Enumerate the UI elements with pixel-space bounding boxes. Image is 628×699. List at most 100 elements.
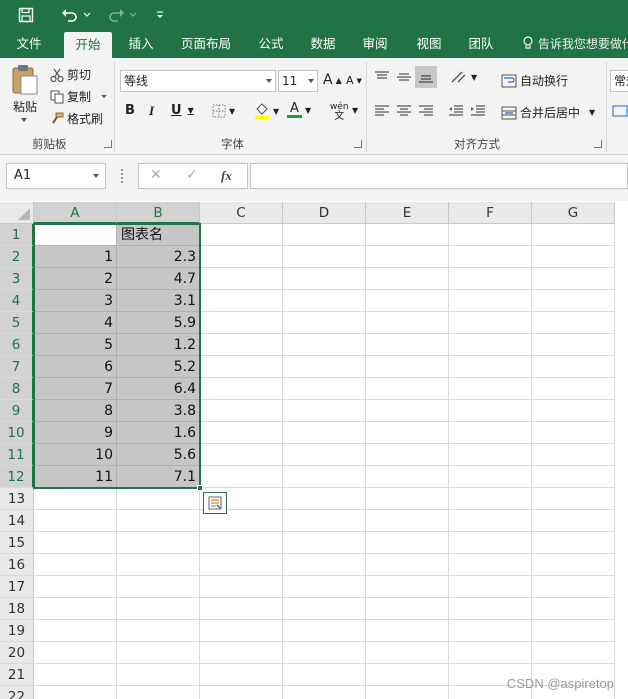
- cell-g1[interactable]: [532, 224, 615, 246]
- cell-f13[interactable]: [449, 488, 532, 510]
- cell-g14[interactable]: [532, 510, 615, 532]
- cell-g4[interactable]: [532, 290, 615, 312]
- cell-d20[interactable]: [283, 642, 366, 664]
- cell-f9[interactable]: [449, 400, 532, 422]
- redo-dropdown[interactable]: [128, 4, 138, 26]
- cell-a3[interactable]: 2: [34, 268, 117, 290]
- cell-c2[interactable]: [200, 246, 283, 268]
- cell-f3[interactable]: [449, 268, 532, 290]
- cell-e20[interactable]: [366, 642, 449, 664]
- cell-g19[interactable]: [532, 620, 615, 642]
- cell-g13[interactable]: [532, 488, 615, 510]
- cell-g7[interactable]: [532, 356, 615, 378]
- cell-b17[interactable]: [117, 576, 200, 598]
- cell-f16[interactable]: [449, 554, 532, 576]
- tab-insert[interactable]: 插入: [120, 30, 162, 58]
- row-header-1[interactable]: 1: [0, 224, 34, 246]
- cell-g11[interactable]: [532, 444, 615, 466]
- cell-c22[interactable]: [200, 686, 283, 699]
- cell-c11[interactable]: [200, 444, 283, 466]
- cell-c17[interactable]: [200, 576, 283, 598]
- cell-a11[interactable]: 10: [34, 444, 117, 466]
- underline-button[interactable]: U ▼: [171, 103, 194, 118]
- align-bottom-button[interactable]: [415, 66, 437, 88]
- formula-bar-grip[interactable]: [121, 169, 123, 183]
- clipboard-launcher-icon[interactable]: [104, 140, 112, 148]
- borders-button[interactable]: ▼: [212, 104, 235, 118]
- cell-d1[interactable]: [283, 224, 366, 246]
- cell-d17[interactable]: [283, 576, 366, 598]
- cell-b18[interactable]: [117, 598, 200, 620]
- cell-f4[interactable]: [449, 290, 532, 312]
- font-size-select[interactable]: 11: [278, 70, 318, 92]
- cell-b15[interactable]: [117, 532, 200, 554]
- orientation-button[interactable]: ▼: [450, 70, 477, 84]
- cell-b21[interactable]: [117, 664, 200, 686]
- worksheet-grid[interactable]: A B C D E F G 1 图表名 2 1 2.3 3 2 4.7 4 3 3.1 5 4 5.9 6 5 1.2 7 6 5.…: [0, 202, 628, 699]
- fill-color-button[interactable]: ▼: [254, 102, 279, 120]
- cell-a10[interactable]: 9: [34, 422, 117, 444]
- row-header-4[interactable]: 4: [0, 290, 34, 312]
- cell-e5[interactable]: [366, 312, 449, 334]
- phonetic-dropdown[interactable]: ▼: [352, 106, 358, 115]
- cell-f2[interactable]: [449, 246, 532, 268]
- cell-a4[interactable]: 3: [34, 290, 117, 312]
- redo-button[interactable]: [104, 4, 128, 26]
- row-header-21[interactable]: 21: [0, 664, 34, 686]
- cell-f20[interactable]: [449, 642, 532, 664]
- row-header-10[interactable]: 10: [0, 422, 34, 444]
- cell-f15[interactable]: [449, 532, 532, 554]
- cell-f18[interactable]: [449, 598, 532, 620]
- cell-e4[interactable]: [366, 290, 449, 312]
- cell-e16[interactable]: [366, 554, 449, 576]
- row-header-7[interactable]: 7: [0, 356, 34, 378]
- tab-formulas[interactable]: 公式: [250, 30, 292, 58]
- enter-button[interactable]: ✓: [186, 167, 198, 183]
- increase-indent-button[interactable]: [470, 104, 486, 118]
- cell-d21[interactable]: [283, 664, 366, 686]
- cell-c12[interactable]: [200, 466, 283, 488]
- align-center-button[interactable]: [396, 104, 412, 118]
- cell-c8[interactable]: [200, 378, 283, 400]
- row-header-5[interactable]: 5: [0, 312, 34, 334]
- wrap-text-button[interactable]: 自动换行: [501, 72, 568, 89]
- row-header-9[interactable]: 9: [0, 400, 34, 422]
- cell-f12[interactable]: [449, 466, 532, 488]
- cell-c7[interactable]: [200, 356, 283, 378]
- cancel-button[interactable]: ✕: [150, 167, 162, 183]
- row-header-16[interactable]: 16: [0, 554, 34, 576]
- copy-button[interactable]: 复制: [50, 88, 108, 105]
- row-header-12[interactable]: 12: [0, 466, 34, 488]
- cell-d22[interactable]: [283, 686, 366, 699]
- cell-f8[interactable]: [449, 378, 532, 400]
- tab-view[interactable]: 视图: [408, 30, 450, 58]
- cell-e13[interactable]: [366, 488, 449, 510]
- shrink-font-button[interactable]: A ▼: [346, 74, 362, 87]
- name-box[interactable]: A1: [6, 163, 106, 189]
- tab-team[interactable]: 团队: [460, 30, 502, 58]
- paste-button[interactable]: 粘贴: [8, 64, 42, 115]
- undo-dropdown[interactable]: [82, 4, 92, 26]
- cell-d12[interactable]: [283, 466, 366, 488]
- cell-b19[interactable]: [117, 620, 200, 642]
- cell-g3[interactable]: [532, 268, 615, 290]
- cell-b5[interactable]: 5.9: [117, 312, 200, 334]
- cell-d2[interactable]: [283, 246, 366, 268]
- cell-d7[interactable]: [283, 356, 366, 378]
- cell-d9[interactable]: [283, 400, 366, 422]
- row-header-2[interactable]: 2: [0, 246, 34, 268]
- cell-d4[interactable]: [283, 290, 366, 312]
- cell-d19[interactable]: [283, 620, 366, 642]
- cell-d15[interactable]: [283, 532, 366, 554]
- merge-center-button[interactable]: 合并后居中 ▼: [501, 104, 595, 121]
- cell-e1[interactable]: [366, 224, 449, 246]
- alignment-launcher-icon[interactable]: [594, 140, 602, 148]
- cell-a22[interactable]: [34, 686, 117, 699]
- cell-a2[interactable]: 1: [34, 246, 117, 268]
- cell-a17[interactable]: [34, 576, 117, 598]
- align-middle-button[interactable]: [396, 70, 412, 84]
- cell-c16[interactable]: [200, 554, 283, 576]
- cell-e10[interactable]: [366, 422, 449, 444]
- cell-b1[interactable]: 图表名: [117, 224, 200, 246]
- cell-f5[interactable]: [449, 312, 532, 334]
